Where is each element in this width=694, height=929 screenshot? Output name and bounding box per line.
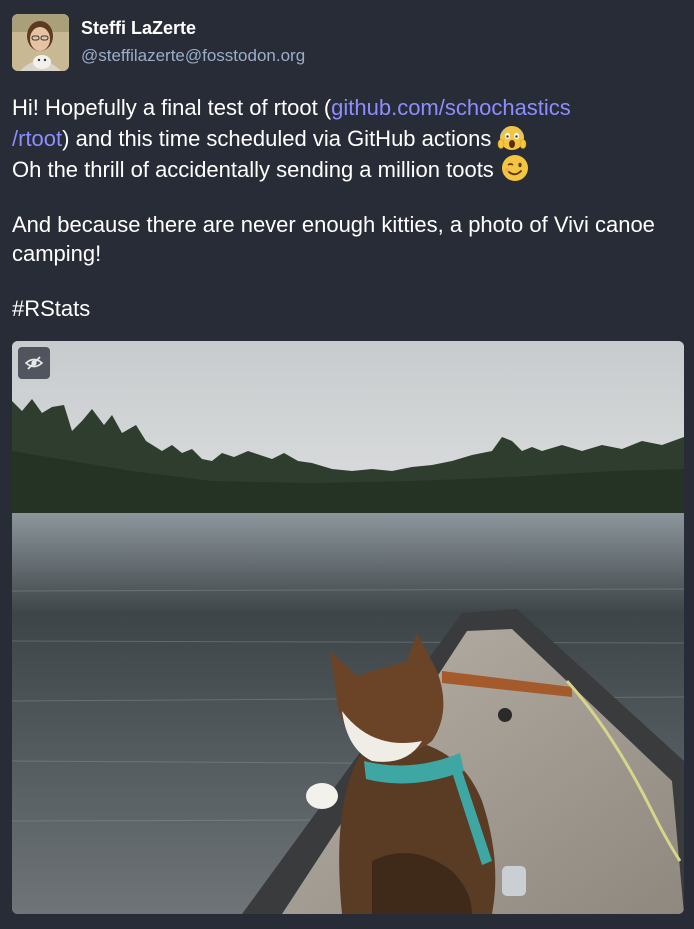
paragraph-2: And because there are never enough kitti… [12,212,655,266]
paragraph-1: Hi! Hopefully a final test of rtoot (git… [12,93,677,184]
media-attachment[interactable] [12,341,684,914]
status-card: Steffi LaZerte @steffilazerte@fosstodon.… [0,0,694,929]
p1-line3-text: Oh the thrill of accidentally sending a … [12,157,494,182]
cat-canoe-photo [12,341,684,914]
hide-media-button[interactable] [18,347,50,379]
display-name[interactable]: Steffi LaZerte [81,18,196,39]
paragraph-3: #RStats [12,294,677,323]
p1-line2-text: ) and this time scheduled via GitHub act… [62,126,492,151]
eye-slash-icon [24,356,44,370]
hashtag-link[interactable]: #RStats [12,296,90,321]
winking-face-emoji-icon [501,155,528,181]
account-handle[interactable]: @steffilazerte@fosstodon.org [81,46,305,66]
status-content: Hi! Hopefully a final test of rtoot (git… [12,93,677,349]
screaming-face-emoji-icon [498,126,527,150]
p1-line1-text: Hi! Hopefully a final test of rtoot ( [12,95,332,120]
rtoot-link-part2: /rtoot [12,126,63,151]
rtoot-link-part1: github.com/schochastics [331,95,571,120]
avatar[interactable] [12,14,69,71]
